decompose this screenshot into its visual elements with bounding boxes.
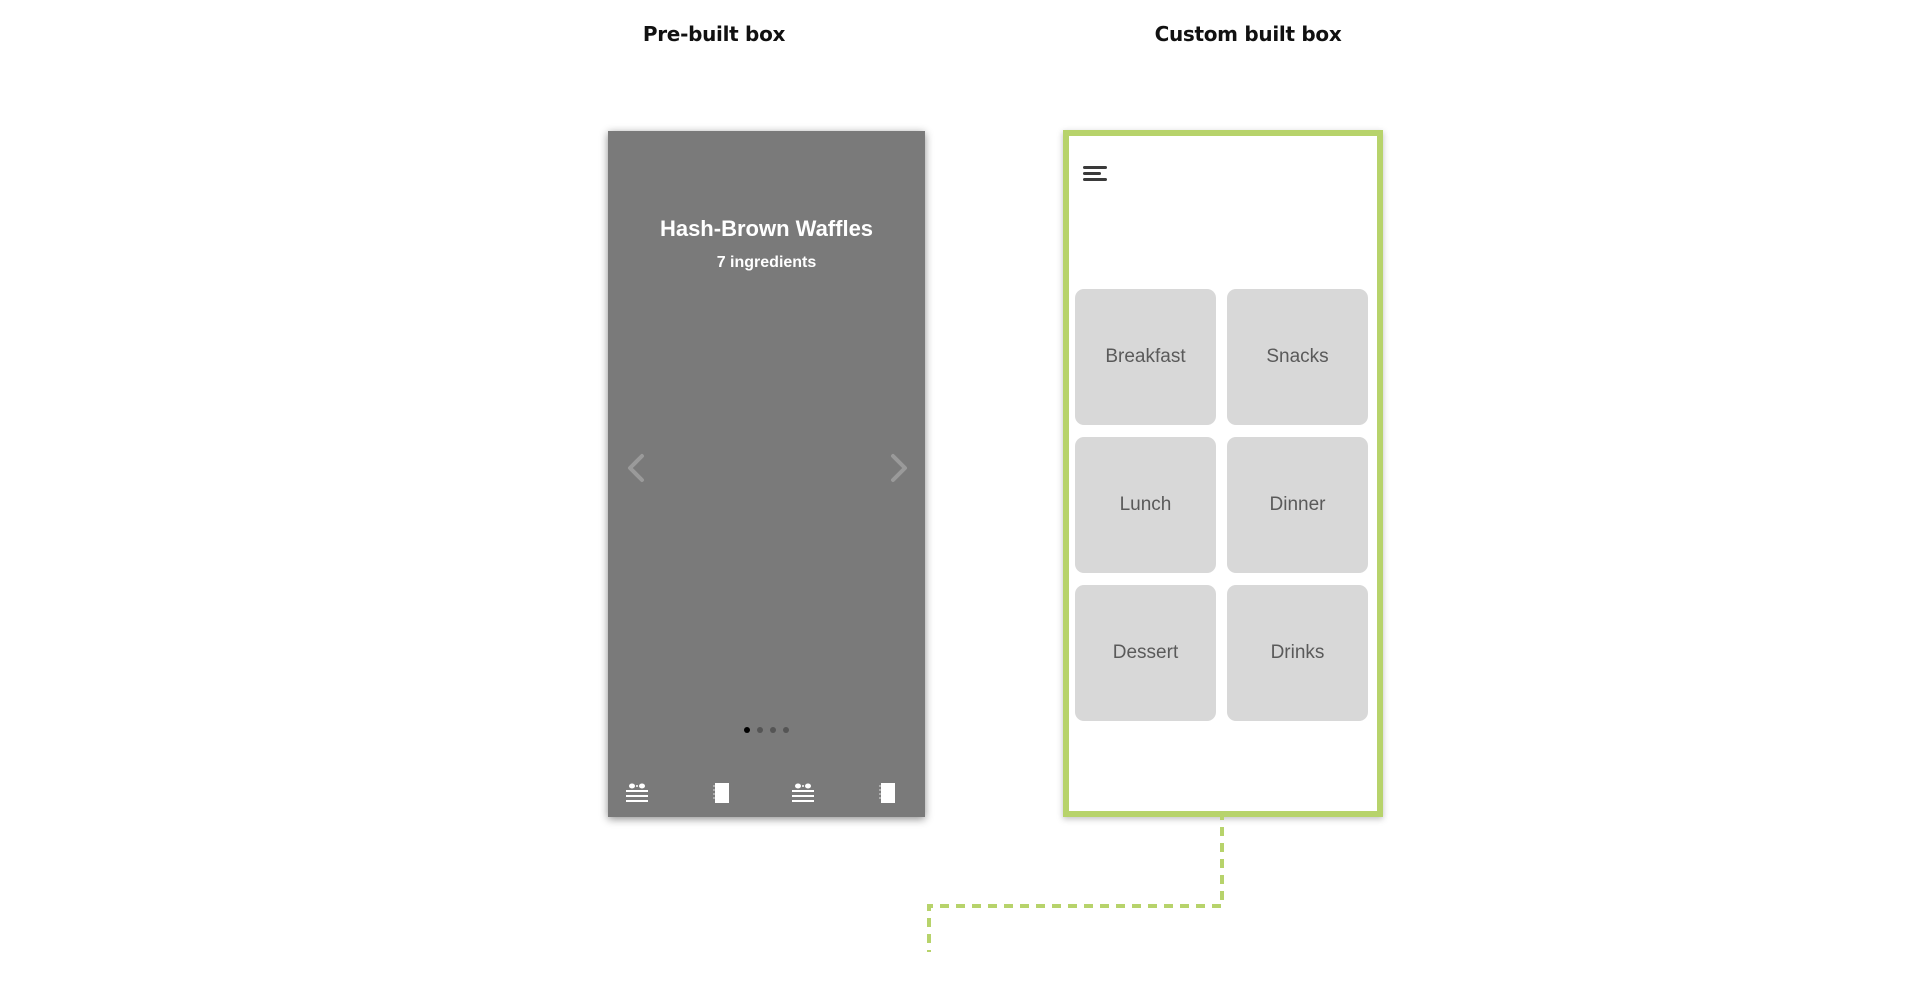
carousel-page-indicator xyxy=(608,727,925,733)
recipe-ingredient-count: 7 ingredients xyxy=(716,254,817,271)
food-basket-icon xyxy=(792,783,814,802)
page-dot[interactable] xyxy=(783,727,789,733)
category-tile-lunch[interactable]: Lunch xyxy=(1075,437,1216,573)
notebook-icon xyxy=(713,783,729,803)
recipe-title: Hash-Brown Waffles xyxy=(659,216,874,241)
food-basket-icon xyxy=(626,783,648,802)
page-dot[interactable] xyxy=(757,727,763,733)
bottom-tab-bar xyxy=(608,781,925,805)
connector-path xyxy=(927,811,1224,952)
menu-button[interactable] xyxy=(1083,166,1107,184)
hamburger-menu-icon xyxy=(1083,166,1107,169)
previous-button[interactable] xyxy=(620,451,654,485)
next-button[interactable] xyxy=(881,451,915,485)
category-tile-dinner[interactable]: Dinner xyxy=(1227,437,1368,573)
page-dot[interactable] xyxy=(744,727,750,733)
tab-notebook-1[interactable] xyxy=(708,781,734,805)
hamburger-menu-icon xyxy=(1083,172,1101,175)
notebook-icon xyxy=(879,783,895,803)
custom-box-heading: Custom built box xyxy=(1154,22,1342,46)
category-tile-drinks[interactable]: Drinks xyxy=(1227,585,1368,721)
custom-box-mockup: Breakfast Snacks Lunch Dinner Dessert Dr… xyxy=(1063,130,1383,817)
prebuilt-phone-mockup: Hash-Brown Waffles 7 ingredients xyxy=(608,131,925,817)
category-tile-snacks[interactable]: Snacks xyxy=(1227,289,1368,425)
chevron-left-icon xyxy=(628,454,644,482)
page-dot[interactable] xyxy=(770,727,776,733)
tab-food-basket-1[interactable] xyxy=(624,781,650,805)
chevron-right-icon xyxy=(891,454,907,482)
dashed-connector-line xyxy=(927,811,1224,952)
category-tile-dessert[interactable]: Dessert xyxy=(1075,585,1216,721)
category-tile-breakfast[interactable]: Breakfast xyxy=(1075,289,1216,425)
tab-food-basket-2[interactable] xyxy=(790,781,816,805)
tab-notebook-2[interactable] xyxy=(874,781,900,805)
hamburger-menu-icon xyxy=(1083,178,1107,181)
prebuilt-box-heading: Pre-built box xyxy=(642,22,786,46)
